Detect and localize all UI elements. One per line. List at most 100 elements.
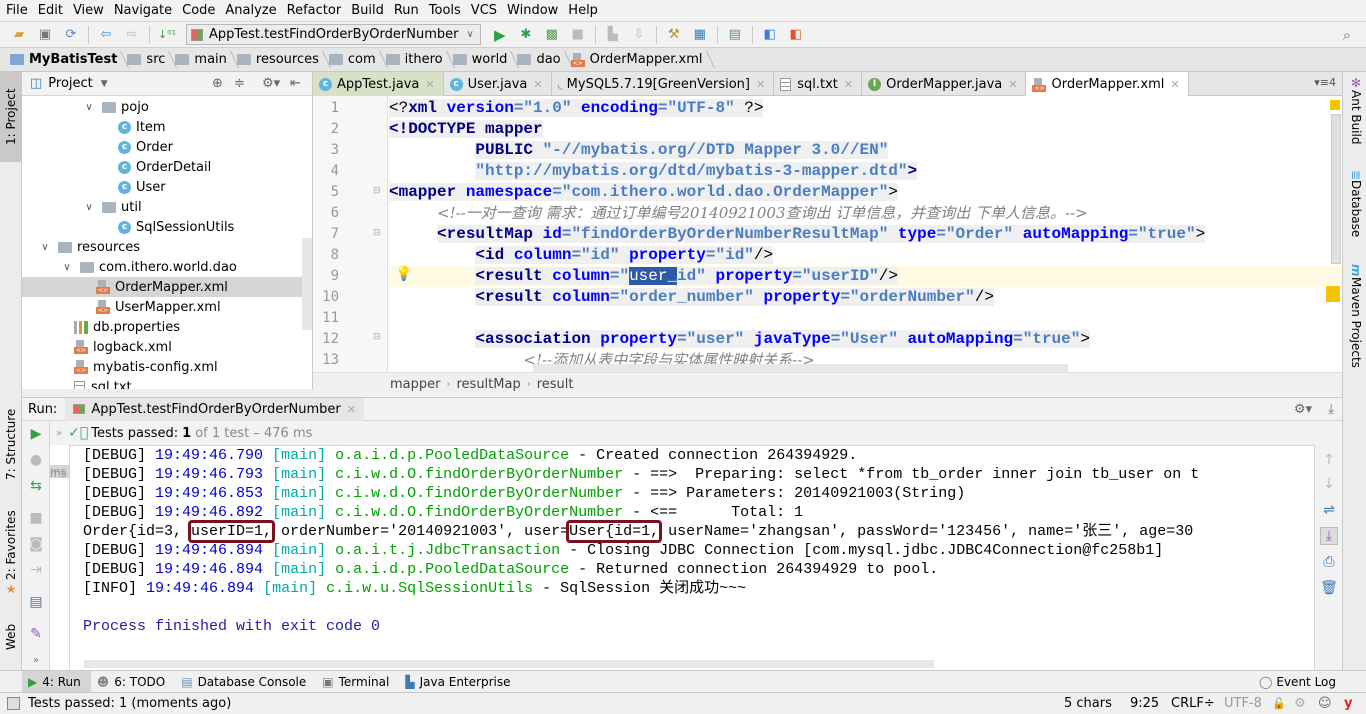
project-scrollbar[interactable] — [302, 238, 312, 330]
tree-item-db-properties[interactable]: db.properties — [22, 317, 304, 337]
soft-wrap-icon[interactable]: ⇌ — [1320, 501, 1338, 519]
minimize-icon[interactable]: ⤓ — [1328, 402, 1334, 417]
expand-icon[interactable]: » — [56, 428, 62, 439]
breadcrumb-ordermapper-xml[interactable]: OrderMapper.xml — [567, 48, 709, 72]
code-editor[interactable]: 1 2 3 4 5 6 7 8 9 10 11 12 13 <?xml version="1.0" en… — [313, 96, 1342, 372]
breadcrumb-resources[interactable]: resources — [233, 48, 325, 72]
chevron-down-icon[interactable]: ∨ — [38, 242, 52, 253]
file-encoding[interactable]: UTF-8 — [1224, 696, 1262, 711]
open-folder-icon[interactable]: ▰ — [9, 25, 29, 45]
chevron-down-icon[interactable]: ∨ — [82, 102, 96, 113]
tree-item-user[interactable]: c User — [22, 177, 304, 197]
line-separator[interactable]: CRLF÷ — [1171, 696, 1215, 711]
breadcrumb-dao[interactable]: dao — [513, 48, 566, 72]
fold-icon[interactable]: ⊟ — [373, 186, 381, 196]
search-icon[interactable]: ⌕ — [1337, 25, 1357, 45]
fold-icon[interactable]: ⊟ — [373, 332, 381, 342]
close-icon[interactable]: ✕ — [533, 78, 542, 91]
close-icon[interactable]: ✕ — [347, 403, 356, 416]
breadcrumb-ithero[interactable]: ithero — [382, 48, 449, 72]
tool-tab-favorites[interactable]: ★ 2: Favorites — [0, 504, 22, 604]
tree-item-usermapper-xml[interactable]: UserMapper.xml — [22, 297, 304, 317]
bottom-tab-terminal[interactable]: ▣ Terminal — [316, 671, 399, 693]
bottom-tab-java-enterprise[interactable]: ▙ Java Enterprise — [399, 671, 520, 693]
caret-position[interactable]: 9:25 — [1130, 696, 1159, 711]
toggle-auto-test-icon[interactable]: ⇆ — [27, 477, 45, 495]
stop-icon[interactable]: ■ — [568, 25, 588, 45]
tool-tab-structure[interactable]: 7: Structure — [0, 397, 22, 492]
fold-icon[interactable]: ⊟ — [373, 228, 381, 238]
tab-ordermapper-java[interactable]: I OrderMapper.java ✕ — [862, 72, 1027, 96]
camera-icon[interactable]: ◙ — [27, 535, 45, 553]
tree-item-pojo[interactable]: ∨ pojo — [22, 97, 304, 117]
menu-edit[interactable]: Edit — [36, 3, 69, 18]
chevron-down-icon[interactable]: ▼ — [101, 79, 108, 89]
back-icon[interactable]: ⇦ — [96, 25, 116, 45]
menu-file[interactable]: File — [4, 3, 34, 18]
close-icon[interactable]: ✕ — [756, 78, 765, 91]
coverage-icon[interactable]: ▩ — [542, 25, 562, 45]
tool-tab-web[interactable]: Web — [0, 612, 22, 662]
editor-vscrollbar[interactable] — [1331, 114, 1341, 264]
tab-sql-txt[interactable]: sql.txt ✕ — [774, 72, 863, 96]
tree-item-item[interactable]: c Item — [22, 117, 304, 137]
bottom-tab-4-run[interactable]: ▶ 4: Run — [22, 670, 91, 693]
layout-icon[interactable]: ▤ — [27, 593, 45, 611]
xml-breadcrumb-resultmap[interactable]: resultMap — [456, 377, 520, 392]
breadcrumb-src[interactable]: src — [123, 48, 171, 72]
tab-user-java[interactable]: c User.java ✕ — [444, 72, 552, 96]
run-tab[interactable]: AppTest.testFindOrderByOrderNumber ✕ — [65, 397, 364, 421]
stop-icon[interactable]: ■ — [27, 509, 45, 527]
project-hscrollbar[interactable] — [22, 389, 313, 397]
inspector-icon[interactable]: ☺ — [1318, 696, 1332, 711]
console-hscrollbar[interactable] — [84, 660, 934, 668]
menu-build[interactable]: Build — [349, 3, 390, 18]
build-icon[interactable]: ▙ — [603, 25, 623, 45]
pin-icon[interactable]: ✎ — [27, 625, 45, 643]
tool-tab-ant-build[interactable]: ✻ Ant Build — [1345, 76, 1366, 156]
yandex-icon[interactable]: y — [1344, 696, 1352, 711]
deploy-icon[interactable]: ⇩ — [629, 25, 649, 45]
close-icon[interactable]: ✕ — [1170, 78, 1179, 91]
close-icon[interactable]: ✕ — [1008, 78, 1017, 91]
menu-refactor[interactable]: Refactor — [285, 3, 348, 18]
breadcrumb-main[interactable]: main — [171, 48, 232, 72]
gear-icon[interactable]: ⚙▾ — [262, 76, 280, 91]
save-icon[interactable]: ▣ — [35, 25, 55, 45]
xml-breadcrumb-mapper[interactable]: mapper — [390, 377, 440, 392]
menu-vcs[interactable]: VCS — [469, 3, 503, 18]
tree-item-resources[interactable]: ∨ resources — [22, 237, 304, 257]
export-icon[interactable]: ⇥ — [27, 561, 45, 579]
tree-item-ordermapper-xml[interactable]: OrderMapper.xml — [22, 277, 304, 297]
print-icon[interactable]: ⎙ — [1320, 553, 1338, 571]
editor-hscrollbar[interactable] — [533, 364, 1068, 372]
console-output[interactable]: [DEBUG] 19:49:46.790 [main] o.a.i.d.p.Po… — [70, 445, 1314, 670]
collapse-all-icon[interactable]: ≑ — [234, 76, 245, 91]
menu-code[interactable]: Code — [180, 3, 221, 18]
menu-tools[interactable]: Tools — [427, 3, 467, 18]
menu-analyze[interactable]: Analyze — [223, 3, 282, 18]
sdk-icon[interactable]: ▤ — [725, 25, 745, 45]
bottom-tab-database-console[interactable]: ▤ Database Console — [175, 671, 316, 693]
tree-item-com-ithero-world-dao[interactable]: ∨ com.ithero.world.dao — [22, 257, 304, 277]
tree-item-mybatis-config-xml[interactable]: mybatis-config.xml — [22, 357, 304, 377]
warning-marker[interactable] — [1330, 100, 1340, 110]
tool-tab-database[interactable]: ≣ Database — [1345, 170, 1366, 250]
close-icon[interactable]: ✕ — [844, 78, 853, 91]
tree-item-util[interactable]: ∨ util — [22, 197, 304, 217]
tab-apptest-java[interactable]: c AppTest.java ✕ — [313, 72, 444, 96]
git-icon[interactable]: ⚙ — [1294, 696, 1306, 711]
tab-ordermapper-xml[interactable]: OrderMapper.xml ✕ — [1026, 72, 1189, 97]
hide-panel-icon[interactable]: ⇤ — [290, 76, 301, 91]
settings-icon[interactable]: ⚒ — [664, 25, 684, 45]
menu-navigate[interactable]: Navigate — [112, 3, 178, 18]
menu-window[interactable]: Window — [505, 3, 564, 18]
more-icon[interactable]: » — [27, 651, 45, 669]
menu-view[interactable]: View — [71, 3, 110, 18]
xml-breadcrumb-result[interactable]: result — [537, 377, 574, 392]
breadcrumb-com[interactable]: com — [325, 48, 382, 72]
test-tree-item[interactable]: ms — [50, 467, 70, 480]
event-log-button[interactable]: ◯ Event Log — [1259, 675, 1336, 689]
rerun-failed-icon[interactable]: ● — [27, 451, 45, 469]
rerun-icon[interactable]: ▶ — [27, 425, 45, 443]
